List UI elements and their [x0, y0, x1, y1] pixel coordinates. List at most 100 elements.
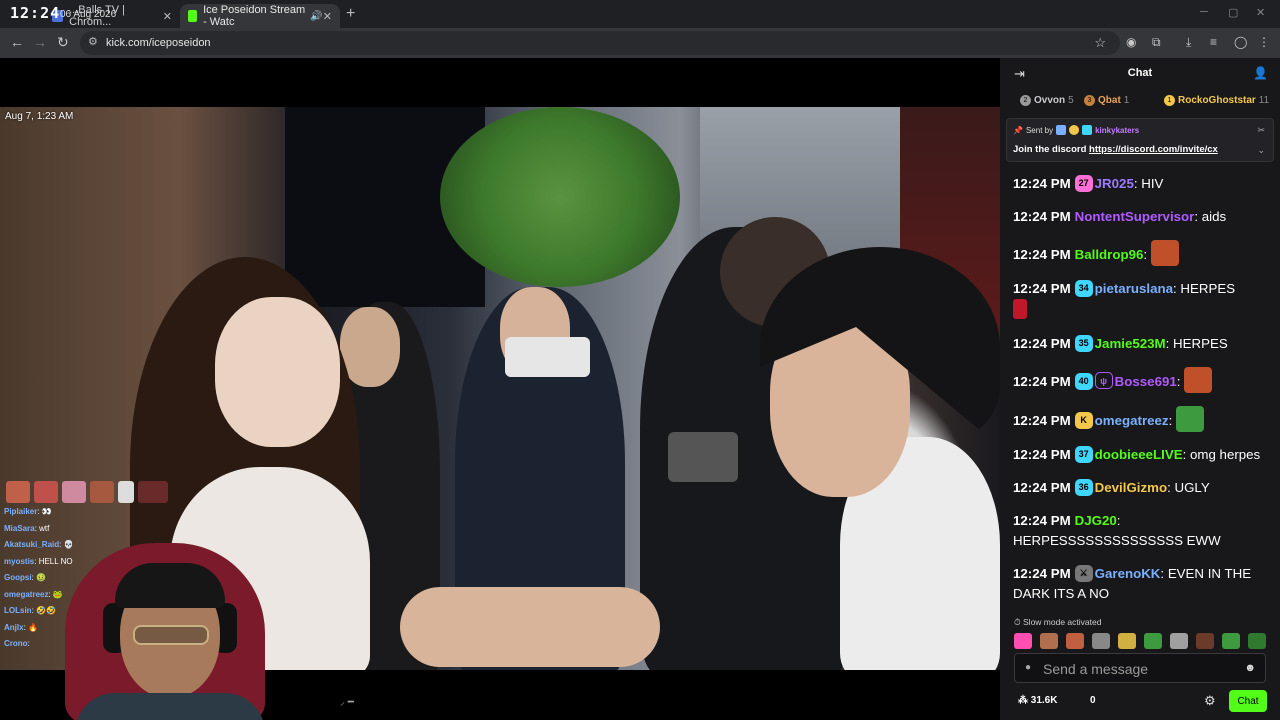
emote[interactable]: [1092, 633, 1110, 649]
bookmark-star-icon[interactable]: ☆: [1094, 35, 1106, 51]
forward-icon[interactable]: →: [33, 34, 47, 50]
emote: [1184, 367, 1213, 393]
rank-badge: 3: [1084, 95, 1095, 106]
chat-message: 12:24 PM ⚔ GarenoKK: EVEN IN THE DARK ITS …: [1013, 565, 1252, 601]
chat-footer: ⁂ 31.6K 0 ⚙ Chat: [1000, 688, 1280, 718]
leaderboard-entry[interactable]: 2 Ovvon 5: [1020, 95, 1074, 106]
extensions-puzzle-icon[interactable]: ⧉: [1152, 35, 1161, 50]
chat-message: 12:24 PM NontentSupervisor: aids: [1013, 209, 1227, 224]
discord-link[interactable]: https://discord.com/invite/cx: [1089, 144, 1218, 155]
viewers-value: 31.6K: [1030, 695, 1058, 706]
subscriber-badge: 35: [1074, 335, 1093, 352]
leader-count: 11: [1258, 95, 1270, 106]
profile-icon[interactable]: ◯: [1234, 35, 1247, 49]
bystander-face: [340, 307, 400, 387]
emote[interactable]: [1014, 633, 1032, 649]
message-text: HIV: [1141, 176, 1164, 191]
gear-icon[interactable]: ⚙: [1204, 693, 1216, 709]
badge-icon: [1069, 125, 1080, 135]
emoji-picker-icon[interactable]: ☻: [1244, 662, 1256, 674]
badge-icon: [1082, 125, 1093, 135]
emote[interactable]: [1170, 633, 1188, 649]
leaderboard-entry[interactable]: 1 RockoGhoststar 11: [1164, 95, 1269, 106]
system-clock: 12:24: [10, 4, 61, 22]
emote[interactable]: [1222, 633, 1240, 649]
download-icon[interactable]: ⤓: [1186, 35, 1191, 50]
chat-panel: ⇥ Chat 👤 2 Ovvon 5 3 Qbat 1 1 RockoGhost…: [1000, 58, 1280, 720]
subscriber-badge: 36: [1074, 479, 1093, 496]
chat-message: 12:24 PM 34 pietaruslana: HERPES: [1013, 279, 1275, 321]
extension-icon[interactable]: ◉: [1126, 35, 1136, 49]
emote[interactable]: [1144, 633, 1162, 649]
url-text: kick.com/iceposeidon: [106, 37, 211, 49]
video-timestamp: Aug 7, 1:23 AM: [5, 111, 74, 122]
chat-message: 12:24 PM Balldrop96:: [1013, 240, 1275, 266]
media-controls-icon[interactable]: ≡: [1210, 35, 1217, 49]
message-username[interactable]: omegatreez: [1095, 413, 1169, 428]
emote: [90, 481, 114, 503]
sunglasses: [133, 625, 209, 645]
message-username[interactable]: GarenoKK: [1095, 566, 1161, 581]
close-tab-icon[interactable]: ✕: [323, 10, 332, 23]
close-tab-icon[interactable]: ✕: [163, 10, 172, 23]
chat-message: 12:24 PM Komegatreez:: [1013, 406, 1275, 432]
emote[interactable]: [1066, 633, 1084, 649]
gimbal-phone: [668, 432, 738, 482]
chat-input[interactable]: [1043, 658, 1243, 680]
pinned-sender[interactable]: kinkykaters: [1095, 126, 1139, 135]
speaker-icon[interactable]: 🔊: [310, 11, 322, 22]
message-text: UGLY: [1174, 480, 1210, 495]
badge-icon: ⚔: [1074, 565, 1093, 582]
pin-icon: 📌: [1013, 125, 1023, 135]
user-list-icon[interactable]: 👤: [1253, 66, 1268, 80]
subscriber-badge: 40: [1074, 373, 1093, 390]
message-username[interactable]: Balldrop96: [1075, 247, 1144, 262]
emote[interactable]: [1040, 633, 1058, 649]
message-username[interactable]: DJG20: [1075, 513, 1117, 528]
new-tab-button[interactable]: +: [346, 5, 355, 23]
chat-input-box[interactable]: ● ☻: [1014, 653, 1266, 683]
unpin-icon[interactable]: ✂: [1257, 125, 1265, 136]
video-player[interactable]: Aug 7, 1:23 AM Piplaiker: 👀 MiaSara: wtf…: [0, 58, 1000, 720]
emote[interactable]: [1118, 633, 1136, 649]
back-icon[interactable]: ←: [10, 34, 24, 50]
menu-icon[interactable]: ⋮: [1258, 35, 1270, 49]
vip-badge-icon: ψ: [1094, 372, 1113, 389]
message-username[interactable]: Bosse691: [1115, 374, 1177, 389]
emote[interactable]: [1248, 633, 1266, 649]
message-username[interactable]: DevilGizmo: [1095, 480, 1167, 495]
message-username[interactable]: pietaruslana: [1095, 281, 1173, 296]
video-artifact: ⸝ ━: [340, 697, 354, 708]
webcam-overlay: [55, 533, 285, 720]
reload-icon[interactable]: ↻: [57, 34, 69, 51]
pinned-message[interactable]: 📌 Sent by kinkykaters Join the discord h…: [1006, 118, 1274, 162]
chat-message: 12:24 PM 40 ψ Bosse691:: [1013, 367, 1275, 393]
sent-by-label: Sent by: [1025, 125, 1054, 135]
send-chat-button[interactable]: Chat: [1229, 690, 1267, 712]
message-username[interactable]: NontentSupervisor: [1075, 209, 1195, 224]
woman-face: [215, 297, 340, 447]
message-text: HERPES: [1173, 336, 1228, 351]
message-username[interactable]: Jamie523M: [1095, 336, 1166, 351]
chevron-down-icon[interactable]: ⌄: [1257, 145, 1265, 156]
system-date: 06 Aug 2026: [60, 9, 117, 20]
viewers-icon: ⁂: [1018, 695, 1028, 706]
message-username[interactable]: JR025: [1095, 176, 1134, 191]
site-info-icon[interactable]: ⚙: [88, 35, 98, 48]
rank-badge: 1: [1164, 95, 1175, 106]
leaderboard-entry[interactable]: 3 Qbat 1: [1084, 95, 1129, 106]
chat-input-icon: ●: [1025, 662, 1032, 673]
chat-title: Chat: [1127, 67, 1153, 79]
message-username[interactable]: doobieeeLIVE: [1095, 447, 1183, 462]
omnibox[interactable]: ⚙ kick.com/iceposeidon ☆: [80, 31, 1120, 55]
chat-message: 12:24 PM 35 Jamie523M: HERPES: [1013, 335, 1228, 352]
browser-tab-bar: ...Balls TV | Chrom... ✕ 12:24 06 Aug 20…: [0, 0, 1280, 28]
close-window-button[interactable]: ✕: [1256, 6, 1265, 19]
minimize-button[interactable]: ─: [1200, 6, 1208, 18]
maximize-button[interactable]: ▢: [1228, 6, 1238, 19]
emote[interactable]: [1196, 633, 1214, 649]
tab-ice-poseidon-stream[interactable]: Ice Poseidon Stream - Watc 🔊 ✕: [180, 4, 340, 28]
pinned-text: Join the discord https://discord.com/inv…: [1013, 144, 1218, 155]
subscriber-badge: 34: [1074, 280, 1093, 297]
hand: [400, 587, 660, 667]
